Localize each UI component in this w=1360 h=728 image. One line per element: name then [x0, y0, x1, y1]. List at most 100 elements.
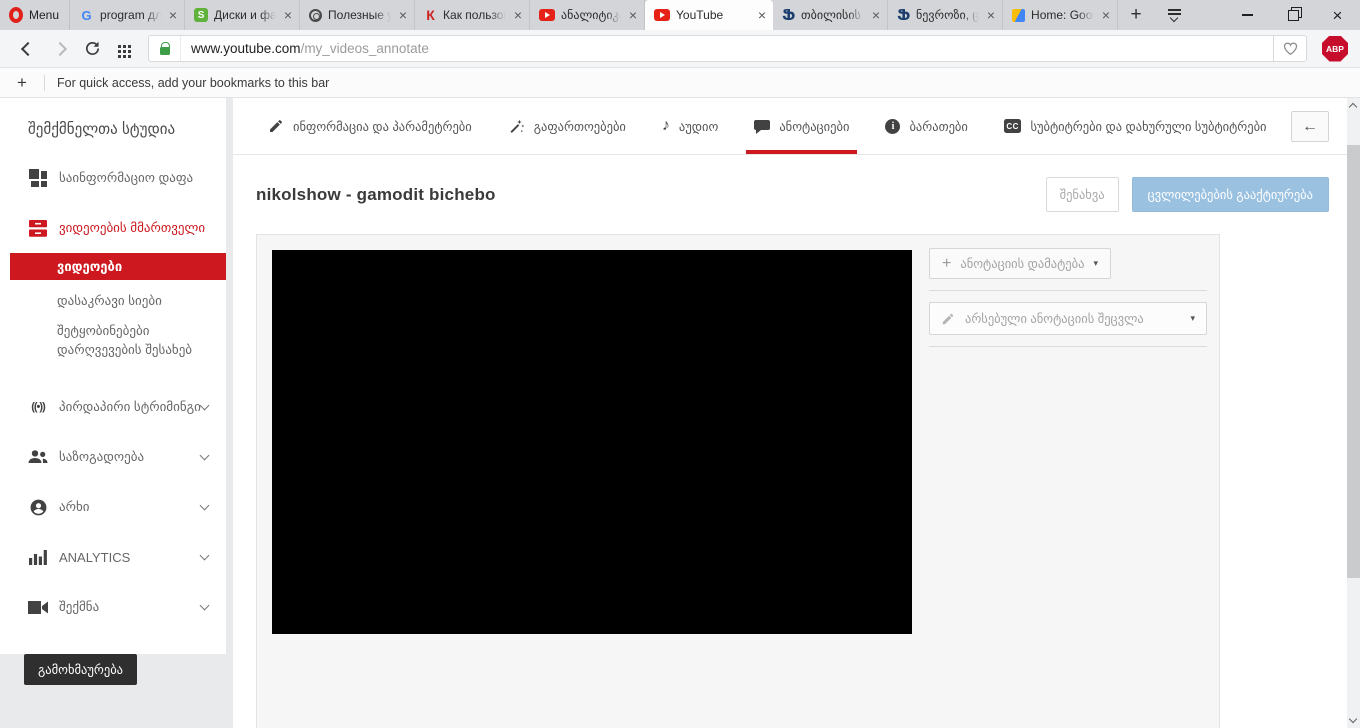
reload-button[interactable]: [76, 40, 108, 57]
address-bar[interactable]: www.youtube.com/my_videos_annotate: [148, 35, 1273, 62]
music-note-icon: ♪: [661, 117, 670, 134]
tab-subtitles[interactable]: CC სუბტიტრები და დახურული სუბტიტრები: [1003, 98, 1267, 154]
tab-close-icon[interactable]: ×: [397, 8, 409, 22]
caret-down-icon: ▾: [1190, 313, 1195, 323]
tab-cards[interactable]: i ბარათები: [885, 98, 968, 154]
adblock-plus-button[interactable]: ABP: [1322, 35, 1348, 62]
tab-close-icon[interactable]: ×: [512, 8, 524, 22]
tab-info-settings[interactable]: ინფორმაცია და პარამეტრები: [268, 98, 472, 154]
sidebar-item-create[interactable]: შექმნა: [0, 582, 226, 632]
dashboard-icon: [27, 169, 49, 187]
edit-annotation-dropdown[interactable]: არსებული ანოტაციის შეცვლა ▾: [929, 302, 1207, 335]
creator-studio-sidebar: შემქმნელთა სტუდია საინფორმაციო დაფა ვიდე…: [0, 98, 226, 685]
minimize-button[interactable]: [1225, 0, 1270, 30]
reload-icon: [85, 41, 99, 55]
divider: [929, 290, 1207, 291]
tab-close-icon[interactable]: ×: [282, 8, 294, 22]
tab-close-icon[interactable]: ×: [627, 8, 639, 22]
tab-close-icon[interactable]: ×: [1100, 8, 1112, 22]
annotation-controls: + ანოტაციის დამატება ▾ არსებული ანოტაციი…: [929, 248, 1207, 358]
scroll-down-icon[interactable]: [1348, 714, 1358, 724]
back-arrow-icon: ←: [1302, 117, 1318, 135]
browser-menu-button[interactable]: Menu: [0, 0, 71, 30]
youtube-favicon-icon: [654, 9, 671, 21]
sidebar-item-videos-active[interactable]: ვიდეოები: [10, 253, 226, 280]
tab-audio[interactable]: ♪ აუდიო: [662, 98, 718, 154]
browser-tab-tbilisi[interactable]: Ֆ თბილისის ×: [773, 0, 889, 30]
adsense-favicon-icon: [1012, 8, 1026, 22]
browser-tab-home[interactable]: Home: Goog ×: [1003, 0, 1119, 30]
sidebar-item-live-streaming[interactable]: ((•)) პირდაპირი სტრიმინგი: [0, 382, 226, 432]
page-area: შემქმნელთა სტუდია საინფორმაციო დაფა ვიდე…: [0, 98, 1360, 728]
tab-close-icon[interactable]: ×: [167, 8, 179, 22]
browser-tab-bar: Menu G program для × S Диски и фа × Поле…: [0, 0, 1360, 30]
feedback-button[interactable]: გამოხმაურება: [24, 654, 138, 685]
tab-close-icon[interactable]: ×: [756, 8, 768, 22]
sidebar-title: შემქმნელთა სტუდია: [28, 121, 176, 138]
minimize-icon: [1242, 14, 1253, 16]
tab-enhancements[interactable]: გაფართოებები: [508, 98, 626, 154]
browser-tab-disks[interactable]: S Диски и фа ×: [185, 0, 301, 30]
chevron-down-icon: [199, 500, 210, 511]
tab-close-icon[interactable]: ×: [985, 8, 997, 22]
video-manager-icon: [27, 219, 49, 237]
scroll-up-icon[interactable]: [1348, 102, 1358, 112]
sidebar-item-community[interactable]: საზოგადოება: [0, 432, 226, 482]
close-window-button[interactable]: ×: [1315, 0, 1360, 30]
caret-down-icon: ▾: [1093, 258, 1098, 268]
disk-favicon-icon: S: [194, 8, 209, 22]
create-camera-icon: [27, 600, 49, 615]
browser-tab-program[interactable]: G program для ×: [70, 0, 186, 30]
browser-toolbar: www.youtube.com/my_videos_annotate ABP: [0, 30, 1360, 68]
sidebar-item-playlists[interactable]: დასაკრავი სიები: [0, 293, 226, 309]
sidebar-item-dashboard[interactable]: საინფორმაციო დაფა: [0, 166, 226, 190]
secure-badge[interactable]: [149, 36, 181, 61]
info-icon: i: [885, 118, 901, 134]
window-controls: ×: [1225, 0, 1360, 30]
k-favicon-icon: К: [426, 7, 435, 23]
browser-tab-analytics[interactable]: ანალიტიკა ×: [530, 0, 646, 30]
tab-menu-button[interactable]: [1154, 0, 1194, 30]
geo-site-favicon-icon: Ֆ: [897, 7, 910, 24]
browser-tab-youtube-active[interactable]: YouTube ×: [645, 0, 774, 30]
video-header: nikolshow - gamodit bichebo შენახვა ცვლი…: [233, 155, 1347, 234]
close-icon: ×: [1332, 5, 1343, 25]
add-annotation-button[interactable]: + ანოტაციის დამატება ▾: [929, 248, 1111, 279]
youtube-favicon-icon: [539, 9, 556, 21]
video-player[interactable]: [272, 250, 912, 634]
add-bookmark-button[interactable]: +: [0, 73, 44, 93]
browser-tab-tips[interactable]: Полезные у ×: [300, 0, 416, 30]
sidebar-item-channel[interactable]: არხი: [0, 482, 226, 532]
scrollbar-thumb[interactable]: [1347, 145, 1360, 578]
back-button[interactable]: [12, 41, 44, 56]
chevron-down-icon: [199, 450, 210, 461]
menu-label: Menu: [29, 8, 60, 22]
browser-tab-howto[interactable]: К Как пользов ×: [415, 0, 531, 30]
restore-button[interactable]: [1270, 0, 1315, 30]
google-favicon-icon: G: [81, 7, 92, 23]
opera-logo-icon: [9, 7, 23, 23]
bookmarks-hint: For quick access, add your bookmarks to …: [57, 75, 330, 90]
channel-person-icon: [27, 498, 49, 517]
save-button[interactable]: შენახვა: [1045, 177, 1119, 212]
browser-window: Menu G program для × S Диски и фа × Поле…: [0, 0, 1360, 728]
chevron-down-icon: [199, 600, 210, 611]
new-tab-button[interactable]: +: [1118, 0, 1154, 30]
sidebar-item-analytics[interactable]: ANALYTICS: [0, 532, 226, 582]
tab-close-icon[interactable]: ×: [870, 8, 882, 22]
bookmarks-bar: + For quick access, add your bookmarks t…: [0, 68, 1360, 98]
pencil-icon: [942, 313, 954, 324]
sidebar-item-video-manager[interactable]: ვიდეოების მმართველი: [0, 216, 226, 240]
page-scrollbar[interactable]: [1347, 98, 1360, 728]
tab-annotations[interactable]: ანოტაციები: [746, 98, 858, 154]
sidebar-item-copyright-notices[interactable]: შეტყობინებები დარღვევების შესახებ: [0, 321, 226, 359]
browser-tab-nevrozi[interactable]: Ֆ ნევროზი, ც ×: [888, 0, 1004, 30]
tab-menu-icon: [1167, 9, 1181, 11]
live-streaming-icon: ((•)): [31, 401, 46, 413]
padlock-icon: [159, 41, 171, 55]
forward-button[interactable]: [44, 41, 76, 56]
bookmark-heart-button[interactable]: [1273, 35, 1307, 62]
chevron-down-icon: [199, 550, 210, 561]
publish-changes-button[interactable]: ცვლილებების გააქტიურება: [1131, 177, 1329, 212]
return-button[interactable]: ←: [1291, 111, 1329, 142]
